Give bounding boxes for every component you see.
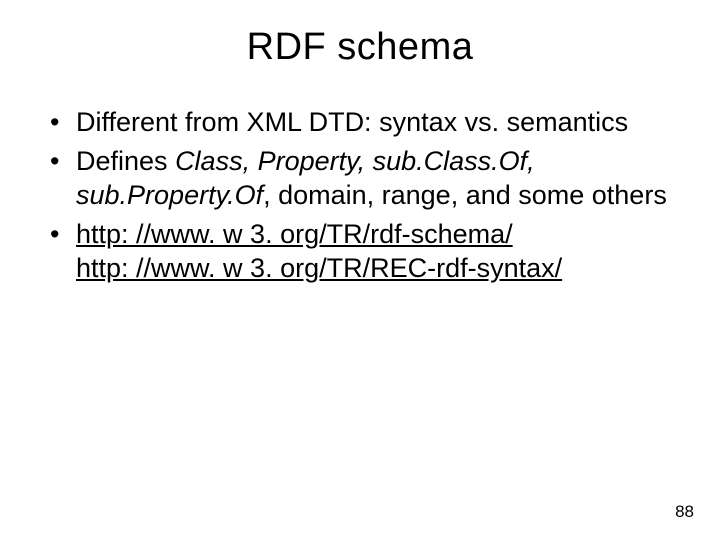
rdf-schema-link[interactable]: http: //www. w 3. org/TR/rdf-schema/ — [76, 219, 513, 249]
bullet-item-1: Different from XML DTD: syntax vs. seman… — [46, 105, 680, 140]
bullet-2-lead: Defines — [76, 146, 175, 176]
bullet-list: Different from XML DTD: syntax vs. seman… — [46, 105, 680, 286]
rdf-syntax-link[interactable]: http: //www. w 3. org/TR/REC-rdf-syntax/ — [76, 253, 562, 283]
bullet-item-3: http: //www. w 3. org/TR/rdf-schema/ htt… — [46, 217, 680, 286]
bullet-item-2: Defines Class, Property, sub.Class.Of, s… — [46, 144, 680, 213]
bullet-2-tail: , domain, range, and some others — [263, 180, 667, 210]
page-number: 88 — [675, 502, 694, 522]
slide: RDF schema Different from XML DTD: synta… — [0, 0, 720, 540]
bullet-1-text: Different from XML DTD: syntax vs. seman… — [76, 107, 628, 137]
slide-title: RDF schema — [40, 26, 680, 69]
